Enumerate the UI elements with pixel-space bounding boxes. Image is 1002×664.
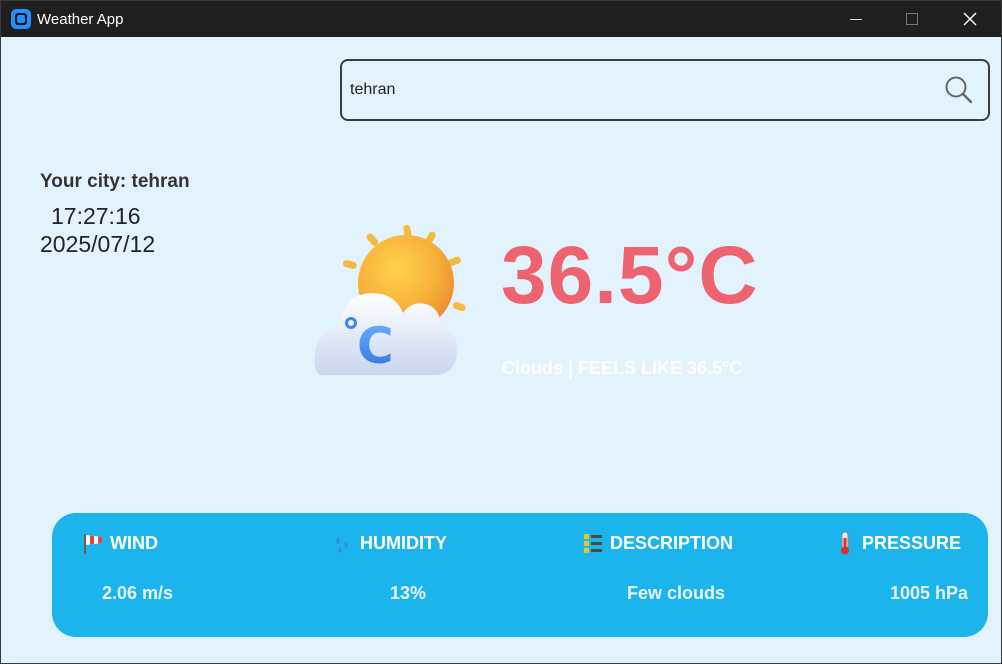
- windsock-icon: [84, 534, 102, 554]
- wind-header: WIND: [82, 531, 158, 555]
- wind-value: 2.06 m/s: [102, 583, 174, 603]
- weather-summary: Clouds | FEELS LIKE 36.5°C: [502, 358, 743, 378]
- svg-text:C: C: [357, 317, 394, 375]
- minimize-button[interactable]: [833, 1, 879, 37]
- minimize-icon: [850, 18, 862, 20]
- window-title: Weather App: [37, 11, 124, 28]
- city-label: Your city: tehran: [40, 171, 190, 192]
- app-logo-icon: [11, 9, 31, 29]
- sun-cloud-celsius-icon: C: [314, 224, 466, 375]
- description-title: DESCRIPTION: [610, 532, 734, 553]
- search-icon[interactable]: [944, 75, 974, 105]
- title-bar[interactable]: Weather App: [1, 1, 1001, 37]
- app-window: Weather App Your city: tehran 17:27:16 2…: [0, 0, 1002, 664]
- date-label: 2025/07/12: [40, 231, 156, 257]
- time-label: 17:27:16: [51, 203, 141, 229]
- wind-title: WIND: [110, 532, 158, 553]
- search-box: [340, 59, 990, 121]
- temperature-label: 36.5°C: [501, 230, 759, 321]
- humidity-header: HUMIDITY: [332, 531, 447, 555]
- description-value: Few clouds: [627, 583, 726, 603]
- thermometer-icon: [841, 531, 849, 555]
- humidity-value: 13%: [390, 583, 427, 603]
- search-input[interactable]: [348, 75, 912, 105]
- description-header: DESCRIPTION: [582, 531, 733, 555]
- pressure-header: PRESSURE: [834, 531, 961, 555]
- maximize-button[interactable]: [889, 1, 935, 37]
- pressure-title: PRESSURE: [862, 532, 962, 553]
- list-icon: [584, 534, 602, 553]
- droplets-icon: [336, 537, 348, 553]
- close-icon: [963, 12, 977, 26]
- maximize-icon: [906, 13, 918, 25]
- humidity-title: HUMIDITY: [360, 532, 447, 553]
- details-panel: WIND 2.06 m/s HUMIDITY 13% DESCRIPTION F…: [52, 513, 988, 637]
- pressure-value: 1005 hPa: [890, 583, 969, 603]
- close-button[interactable]: [947, 1, 993, 37]
